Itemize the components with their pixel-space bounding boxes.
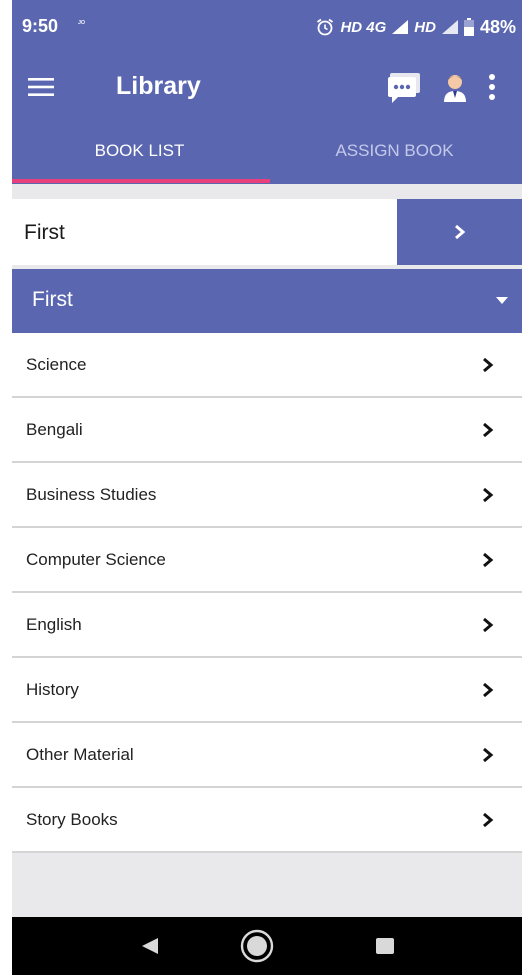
alarm-icon xyxy=(317,18,334,36)
screen: 9:50 ᴶᴼ HD 4G HD 48% Library BOOK LIST A… xyxy=(12,0,522,975)
list-item-other-material[interactable]: Other Material xyxy=(12,723,522,788)
list-item-history[interactable]: History xyxy=(12,658,522,723)
selector-next-button[interactable] xyxy=(397,199,522,265)
list-item-label: Computer Science xyxy=(26,549,166,569)
selector-value: First xyxy=(24,221,65,244)
tab-book-list[interactable]: BOOK LIST xyxy=(12,118,267,184)
list-item-label: English xyxy=(26,614,82,634)
class-selector[interactable]: First xyxy=(12,199,522,265)
tab-bar: BOOK LIST ASSIGN BOOK xyxy=(12,118,522,184)
system-nav-bar xyxy=(12,917,522,975)
chevron-right-icon xyxy=(483,617,494,632)
user-icon[interactable] xyxy=(440,71,470,103)
tab-assign-book[interactable]: ASSIGN BOOK xyxy=(267,118,522,184)
app-bar: Library xyxy=(12,56,522,118)
more-vert-icon[interactable] xyxy=(482,71,502,103)
back-icon[interactable] xyxy=(140,936,160,956)
tab-indicator xyxy=(12,179,270,183)
list-item-english[interactable]: English xyxy=(12,593,522,658)
list-item-label: Other Material xyxy=(26,744,134,764)
status-indicators: HD 4G HD 48% xyxy=(316,16,516,38)
group-header[interactable]: First xyxy=(12,269,522,333)
home-icon[interactable] xyxy=(240,929,274,963)
list-item-label: Bengali xyxy=(26,419,83,439)
battery-percent: 48% xyxy=(479,16,516,37)
chevron-right-icon xyxy=(483,487,494,502)
status-bar: 9:50 ᴶᴼ HD 4G HD 48% xyxy=(12,0,522,56)
list-item-story-books[interactable]: Story Books xyxy=(12,788,522,853)
chevron-right-icon xyxy=(483,747,494,762)
chevron-right-icon xyxy=(454,224,465,240)
list-item-label: History xyxy=(26,679,79,699)
list-item-business-studies[interactable]: Business Studies xyxy=(12,463,522,528)
battery-icon xyxy=(463,18,474,36)
chevron-right-icon xyxy=(483,552,494,567)
chevron-right-icon xyxy=(483,682,494,697)
recents-icon[interactable] xyxy=(376,938,394,954)
list-item-bengali[interactable]: Bengali xyxy=(12,398,522,463)
chevron-right-icon xyxy=(483,812,494,827)
list-item-label: Science xyxy=(26,354,87,374)
chat-icon[interactable] xyxy=(386,69,422,105)
signal-icon xyxy=(392,20,409,34)
caret-down-icon xyxy=(496,297,508,304)
menu-icon[interactable] xyxy=(26,73,56,101)
signal-icon xyxy=(441,20,458,34)
list-item-label: Business Studies xyxy=(26,484,157,504)
carrier-mark: ᴶᴼ xyxy=(78,19,86,28)
subject-list: Science Bengali Business Studies Compute… xyxy=(12,333,522,853)
page-title: Library xyxy=(116,72,201,100)
status-time: 9:50 xyxy=(22,16,59,36)
chevron-right-icon xyxy=(483,357,494,372)
chevron-right-icon xyxy=(483,422,494,437)
network-label-1: HD 4G xyxy=(340,18,387,36)
list-item-computer-science[interactable]: Computer Science xyxy=(12,528,522,593)
list-item-science[interactable]: Science xyxy=(12,333,522,398)
list-item-label: Story Books xyxy=(26,809,118,829)
network-label-2: HD xyxy=(414,18,436,36)
group-title: First xyxy=(32,288,73,311)
